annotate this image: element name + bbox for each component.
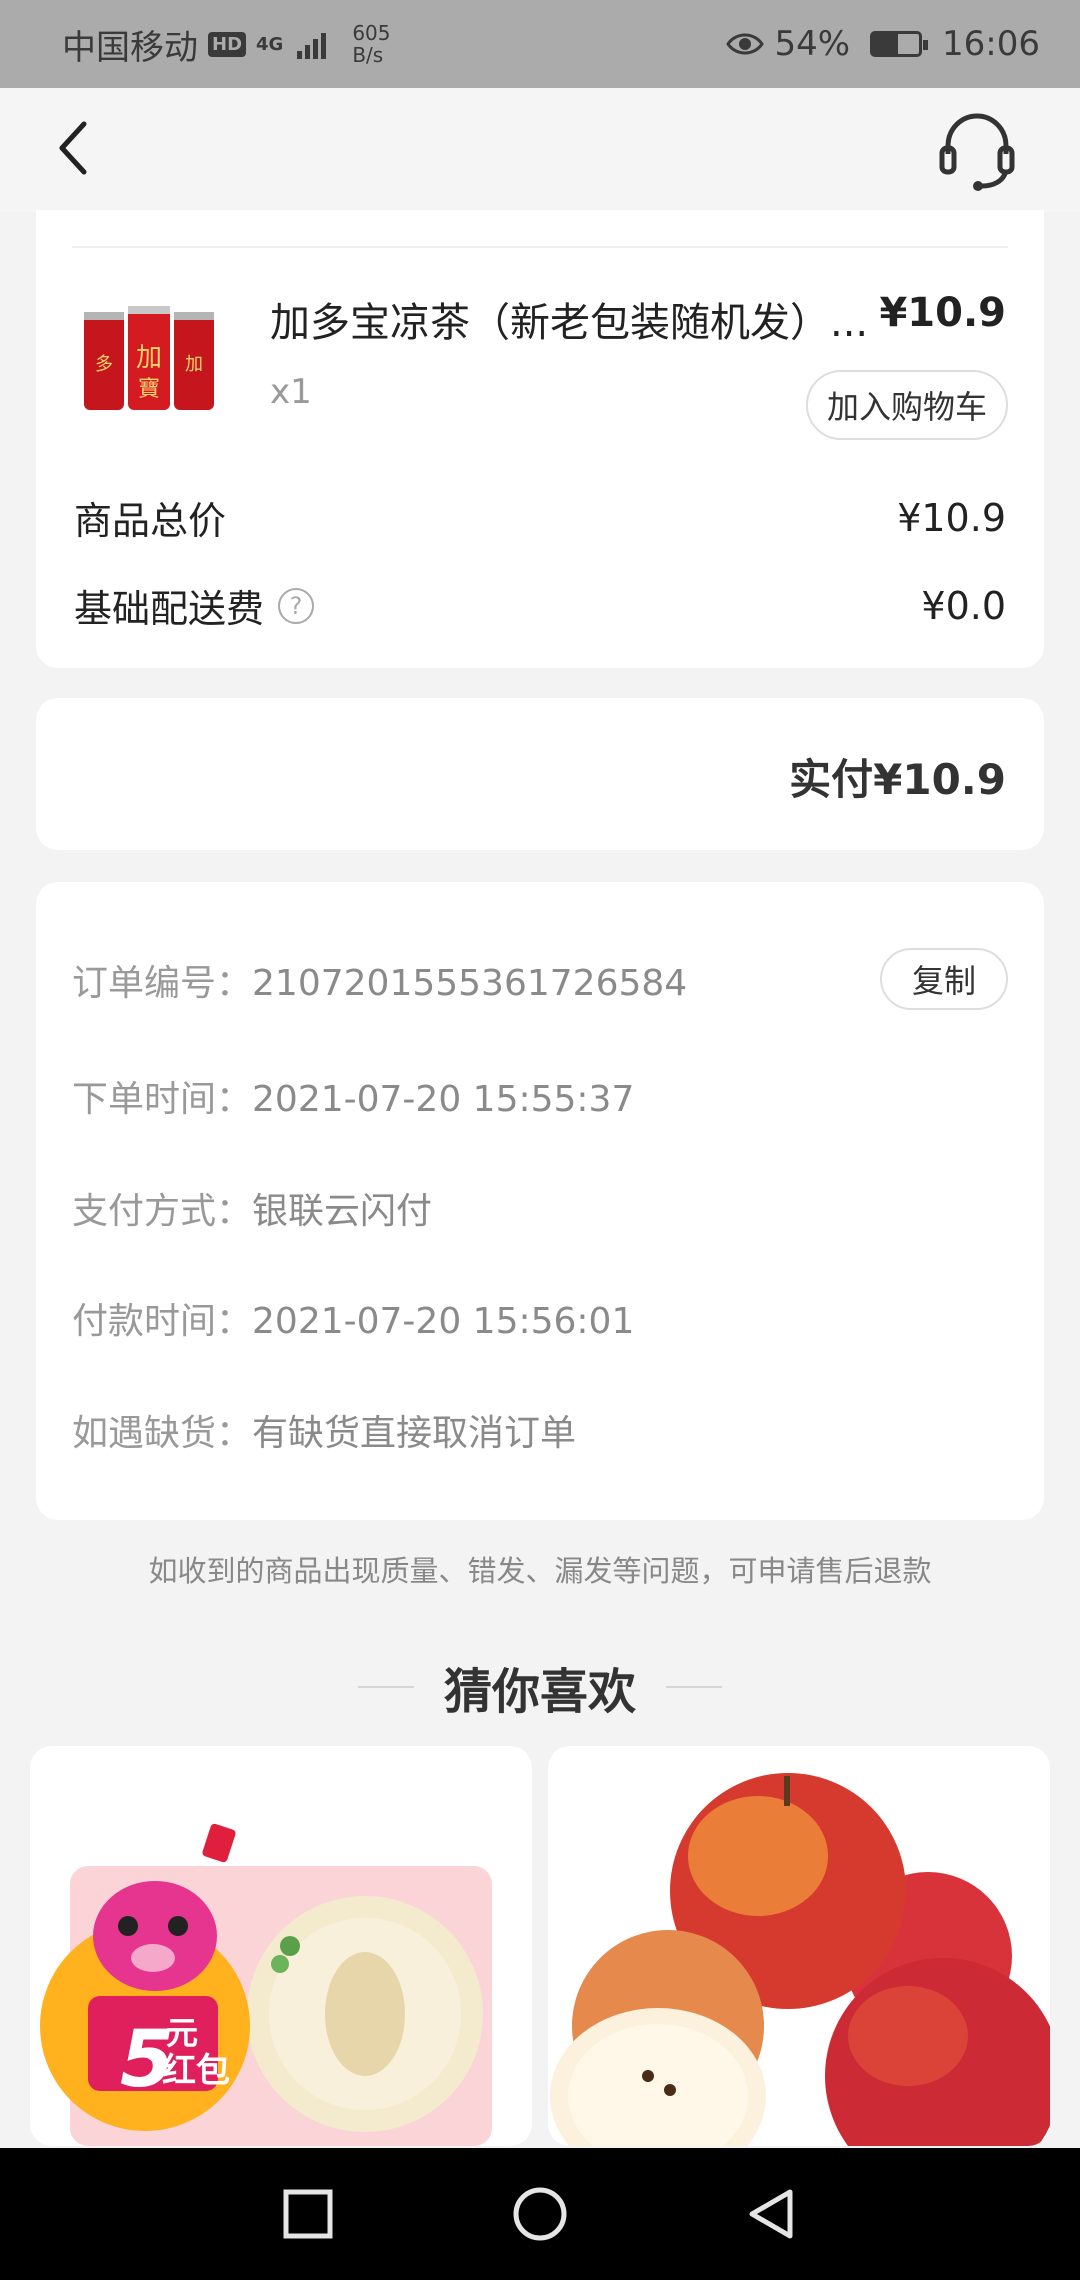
order-info-card: 订单编号：2107201555361726584 复制 下单时间：2021-07…	[36, 882, 1044, 1520]
product-image	[550, 1773, 1050, 2146]
delivery-fee-row: 基础配送费 ? ¥0.0	[74, 578, 1006, 633]
divider	[666, 1686, 722, 1688]
recommend-item-melon[interactable]: 5 元 红包	[30, 1746, 532, 2146]
delivery-fee-value: ¥0.0	[921, 583, 1006, 628]
pay-method-value: 银联云闪付	[252, 1191, 433, 1232]
goods-total-row: 商品总价 ¥10.9	[74, 490, 1006, 545]
copy-order-number-button[interactable]: 复制	[880, 948, 1008, 1010]
network-speed: 605 B/s	[352, 22, 390, 66]
paid-total: 实付¥10.9	[789, 746, 1006, 807]
clock: 16:06	[942, 24, 1040, 64]
order-time-row: 下单时间：2021-07-20 15:55:37	[72, 1070, 634, 1122]
divider	[72, 246, 1008, 248]
page: 中国移动 HD 4G 605 B/s 54% 16:06 加 寶 多 加 加多宝…	[0, 0, 1080, 2280]
eye-icon	[726, 33, 765, 55]
out-of-stock-row: 如遇缺货：有缺货直接取消订单	[72, 1404, 576, 1456]
order-number-label: 订单编号：	[72, 963, 253, 1004]
hd-icon: HD	[208, 31, 247, 57]
order-goods-card: 加 寶 多 加 加多宝凉茶（新老包装随机发）... ¥10.9 x1 加入购物车…	[36, 210, 1044, 668]
headset-icon[interactable]	[934, 108, 1020, 194]
badge-text: 红包	[162, 2051, 230, 2091]
product-quantity: x1	[270, 372, 312, 412]
product-name[interactable]: 加多宝凉茶（新老包装随机发）...	[270, 290, 868, 348]
divider	[357, 1686, 414, 1688]
battery-percent: 54%	[774, 24, 851, 64]
order-number-row: 订单编号：2107201555361726584	[72, 954, 687, 1006]
status-bar: 中国移动 HD 4G 605 B/s 54% 16:06	[0, 0, 1080, 88]
goods-total-value: ¥10.9	[897, 495, 1006, 540]
product-image[interactable]: 加 寶 多 加	[76, 286, 222, 426]
delivery-fee-label: 基础配送费	[74, 587, 265, 631]
header	[0, 88, 1080, 212]
network-label: 4G	[256, 33, 284, 55]
carrier-label: 中国移动	[62, 27, 198, 68]
recommend-item-apples[interactable]	[548, 1746, 1050, 2146]
battery-icon	[870, 31, 929, 57]
badge-unit: 元	[166, 2014, 198, 2052]
order-time-label: 下单时间：	[72, 1079, 253, 1120]
after-sales-notice: 如收到的商品出现质量、错发、漏发等问题，可申请售后退款	[148, 1554, 932, 1588]
speed-value: 605	[352, 21, 391, 45]
out-of-stock-label: 如遇缺货：	[72, 1413, 253, 1454]
battery-fill	[873, 34, 898, 54]
goods-total-label: 商品总价	[74, 499, 227, 543]
pay-time-value: 2021-07-20 15:56:01	[252, 1301, 635, 1342]
svg-text:加: 加	[185, 354, 203, 375]
chevron-left-icon[interactable]	[46, 118, 106, 178]
square-icon[interactable]	[280, 2186, 336, 2242]
triangle-back-icon[interactable]	[744, 2186, 800, 2242]
paid-label: 实付	[789, 755, 874, 804]
recommend-header: 猜你喜欢	[0, 1652, 1080, 1722]
pay-method-label: 支付方式：	[72, 1191, 253, 1232]
system-nav-bar	[0, 2148, 1080, 2280]
add-to-cart-button[interactable]: 加入购物车	[806, 370, 1008, 440]
pay-time-label: 付款时间：	[72, 1301, 253, 1342]
paid-total-card: 实付¥10.9	[36, 698, 1044, 850]
pay-method-row: 支付方式：银联云闪付	[72, 1182, 432, 1234]
speed-unit: B/s	[352, 43, 384, 67]
question-circle-icon[interactable]: ?	[278, 587, 315, 624]
circle-icon[interactable]	[512, 2186, 568, 2242]
svg-text:多: 多	[95, 354, 113, 375]
recommend-title: 猜你喜欢	[443, 1664, 636, 1720]
paid-value: ¥10.9	[873, 755, 1006, 804]
product-price: ¥10.9	[879, 290, 1006, 336]
pay-time-row: 付款时间：2021-07-20 15:56:01	[72, 1292, 634, 1344]
out-of-stock-value: 有缺货直接取消订单	[252, 1413, 577, 1454]
signal-icon	[297, 29, 327, 59]
svg-text:寶: 寶	[138, 377, 160, 402]
order-number-value: 2107201555361726584	[252, 963, 688, 1004]
svg-text:加: 加	[136, 343, 162, 373]
product-image: 5 元 红包	[40, 1823, 492, 2146]
order-time-value: 2021-07-20 15:55:37	[252, 1079, 635, 1120]
